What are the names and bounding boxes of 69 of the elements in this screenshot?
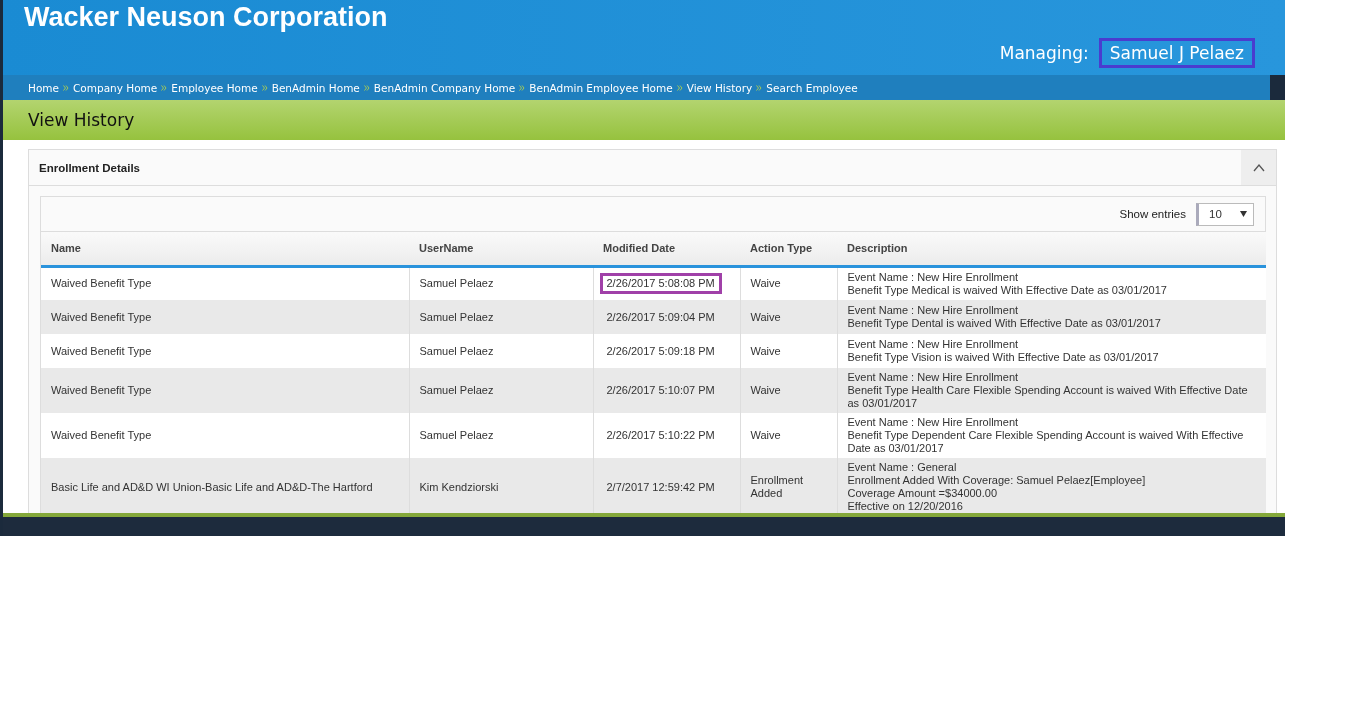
table-cell: Samuel Pelaez [409, 300, 593, 334]
description-line: Event Name : New Hire Enrollment [847, 416, 1020, 429]
company-name: Wacker Neuson Corporation [24, 2, 388, 33]
managed-employee-name: Samuel J Pelaez [1098, 38, 1255, 68]
expand-button[interactable] [1270, 75, 1285, 100]
table-cell: Samuel Pelaez [409, 413, 593, 458]
table-cell: Samuel Pelaez [409, 368, 593, 413]
date-cell-text: 2/26/2017 5:10:07 PM [605, 383, 716, 398]
description-line: Coverage Amount =$34000.00 [847, 487, 999, 500]
caret-icon [1240, 211, 1247, 217]
breadcrumb-link[interactable]: Search Employee [766, 81, 858, 94]
double-chevron-icon [161, 84, 168, 91]
description-line: Benefit Type Dependent Care Flexible Spending Account is waived With Effective Date as 03/01/2017 [847, 429, 1245, 455]
page-title: View History [28, 110, 135, 130]
breadcrumb-link[interactable]: Company Home [73, 81, 158, 94]
description-line: Event Name : New Hire Enrollment [847, 338, 1020, 351]
description-line: Benefit Type Vision is waived With Effective Date as 03/01/2017 [847, 351, 1160, 364]
table-cell: Waive [740, 368, 837, 413]
table-cell: Kim Kendziorski [409, 458, 593, 513]
date-cell: 2/26/2017 5:08:08 PM [599, 273, 722, 295]
breadcrumb-link[interactable]: BenAdmin Company Home [373, 81, 516, 94]
column-header[interactable]: Action Type [740, 232, 837, 266]
description-line: Event Name : New Hire Enrollment [847, 304, 1020, 317]
description-line: Event Name : New Hire Enrollment [847, 371, 1020, 384]
table-cell: Waive [740, 266, 837, 300]
table-cell: Basic Life and AD&D WI Union-Basic Life and AD&D-The Hartford [41, 458, 409, 513]
description-line: Benefit Type Dental is waived With Effective Date as 03/01/2017 [847, 317, 1162, 330]
column-header[interactable]: Modified Date [593, 232, 740, 266]
table-cell: Waive [740, 300, 837, 334]
description-line: Effective on 12/20/2016 [847, 500, 964, 513]
breadcrumb-link[interactable]: BenAdmin Employee Home [529, 81, 673, 94]
table-cell: Samuel Pelaez [409, 266, 593, 300]
table-cell: Enrollment Added [740, 458, 837, 513]
breadcrumb-link[interactable]: BenAdmin Home [271, 81, 360, 94]
column-header[interactable]: UserName [409, 232, 593, 266]
double-chevron-icon [519, 84, 526, 91]
show-entries-label: Show entries [1119, 208, 1186, 220]
description-line: Enrollment Added With Coverage: Samuel Pelaez[Employee] [847, 474, 1147, 487]
breadcrumb-link[interactable]: Employee Home [171, 81, 258, 94]
table-cell: Waived Benefit Type [41, 334, 409, 368]
breadcrumb-link[interactable]: Home [28, 81, 59, 94]
date-cell-text: 2/26/2017 5:09:04 PM [605, 309, 716, 325]
double-chevron-icon [63, 84, 69, 91]
table-cell: Waive [740, 413, 837, 458]
panel-title: Enrollment Details [38, 161, 140, 174]
breadcrumb-link[interactable]: View History [686, 81, 753, 94]
description-line: Benefit Type Health Care Flexible Spending Account is waived With Effective Date as 03/01/2017 [847, 384, 1249, 410]
table-cell: Waived Benefit Type [41, 300, 409, 334]
table-cell: Waived Benefit Type [41, 368, 409, 413]
table-cell: Samuel Pelaez [409, 334, 593, 368]
double-chevron-icon [756, 84, 763, 91]
table-cell: Waived Benefit Type [41, 266, 409, 300]
date-cell-text: 2/26/2017 5:09:18 PM [605, 343, 716, 359]
date-cell-text: 2/26/2017 5:10:22 PM [605, 428, 716, 443]
column-header[interactable]: Name [41, 232, 409, 266]
column-header[interactable]: Description [837, 232, 1266, 266]
table-cell: Waive [740, 334, 837, 368]
double-chevron-icon [261, 84, 268, 91]
description-line: Event Name : General [847, 461, 958, 474]
table-cell: Waived Benefit Type [41, 413, 409, 458]
page-size-dropdown[interactable]: 10 [1196, 202, 1254, 226]
chevron-icon [1252, 163, 1265, 172]
date-cell-text: 2/7/2017 12:59:42 PM [605, 479, 716, 495]
collapse-button[interactable] [1241, 150, 1276, 185]
description-line: Benefit Type Medical is waived With Effective Date as 03/01/2017 [847, 283, 1168, 297]
description-line: Event Name : New Hire Enrollment [847, 270, 1020, 284]
managing-label: Managing: [999, 43, 1089, 63]
double-chevron-icon [676, 84, 683, 91]
double-chevron-icon [363, 84, 370, 91]
